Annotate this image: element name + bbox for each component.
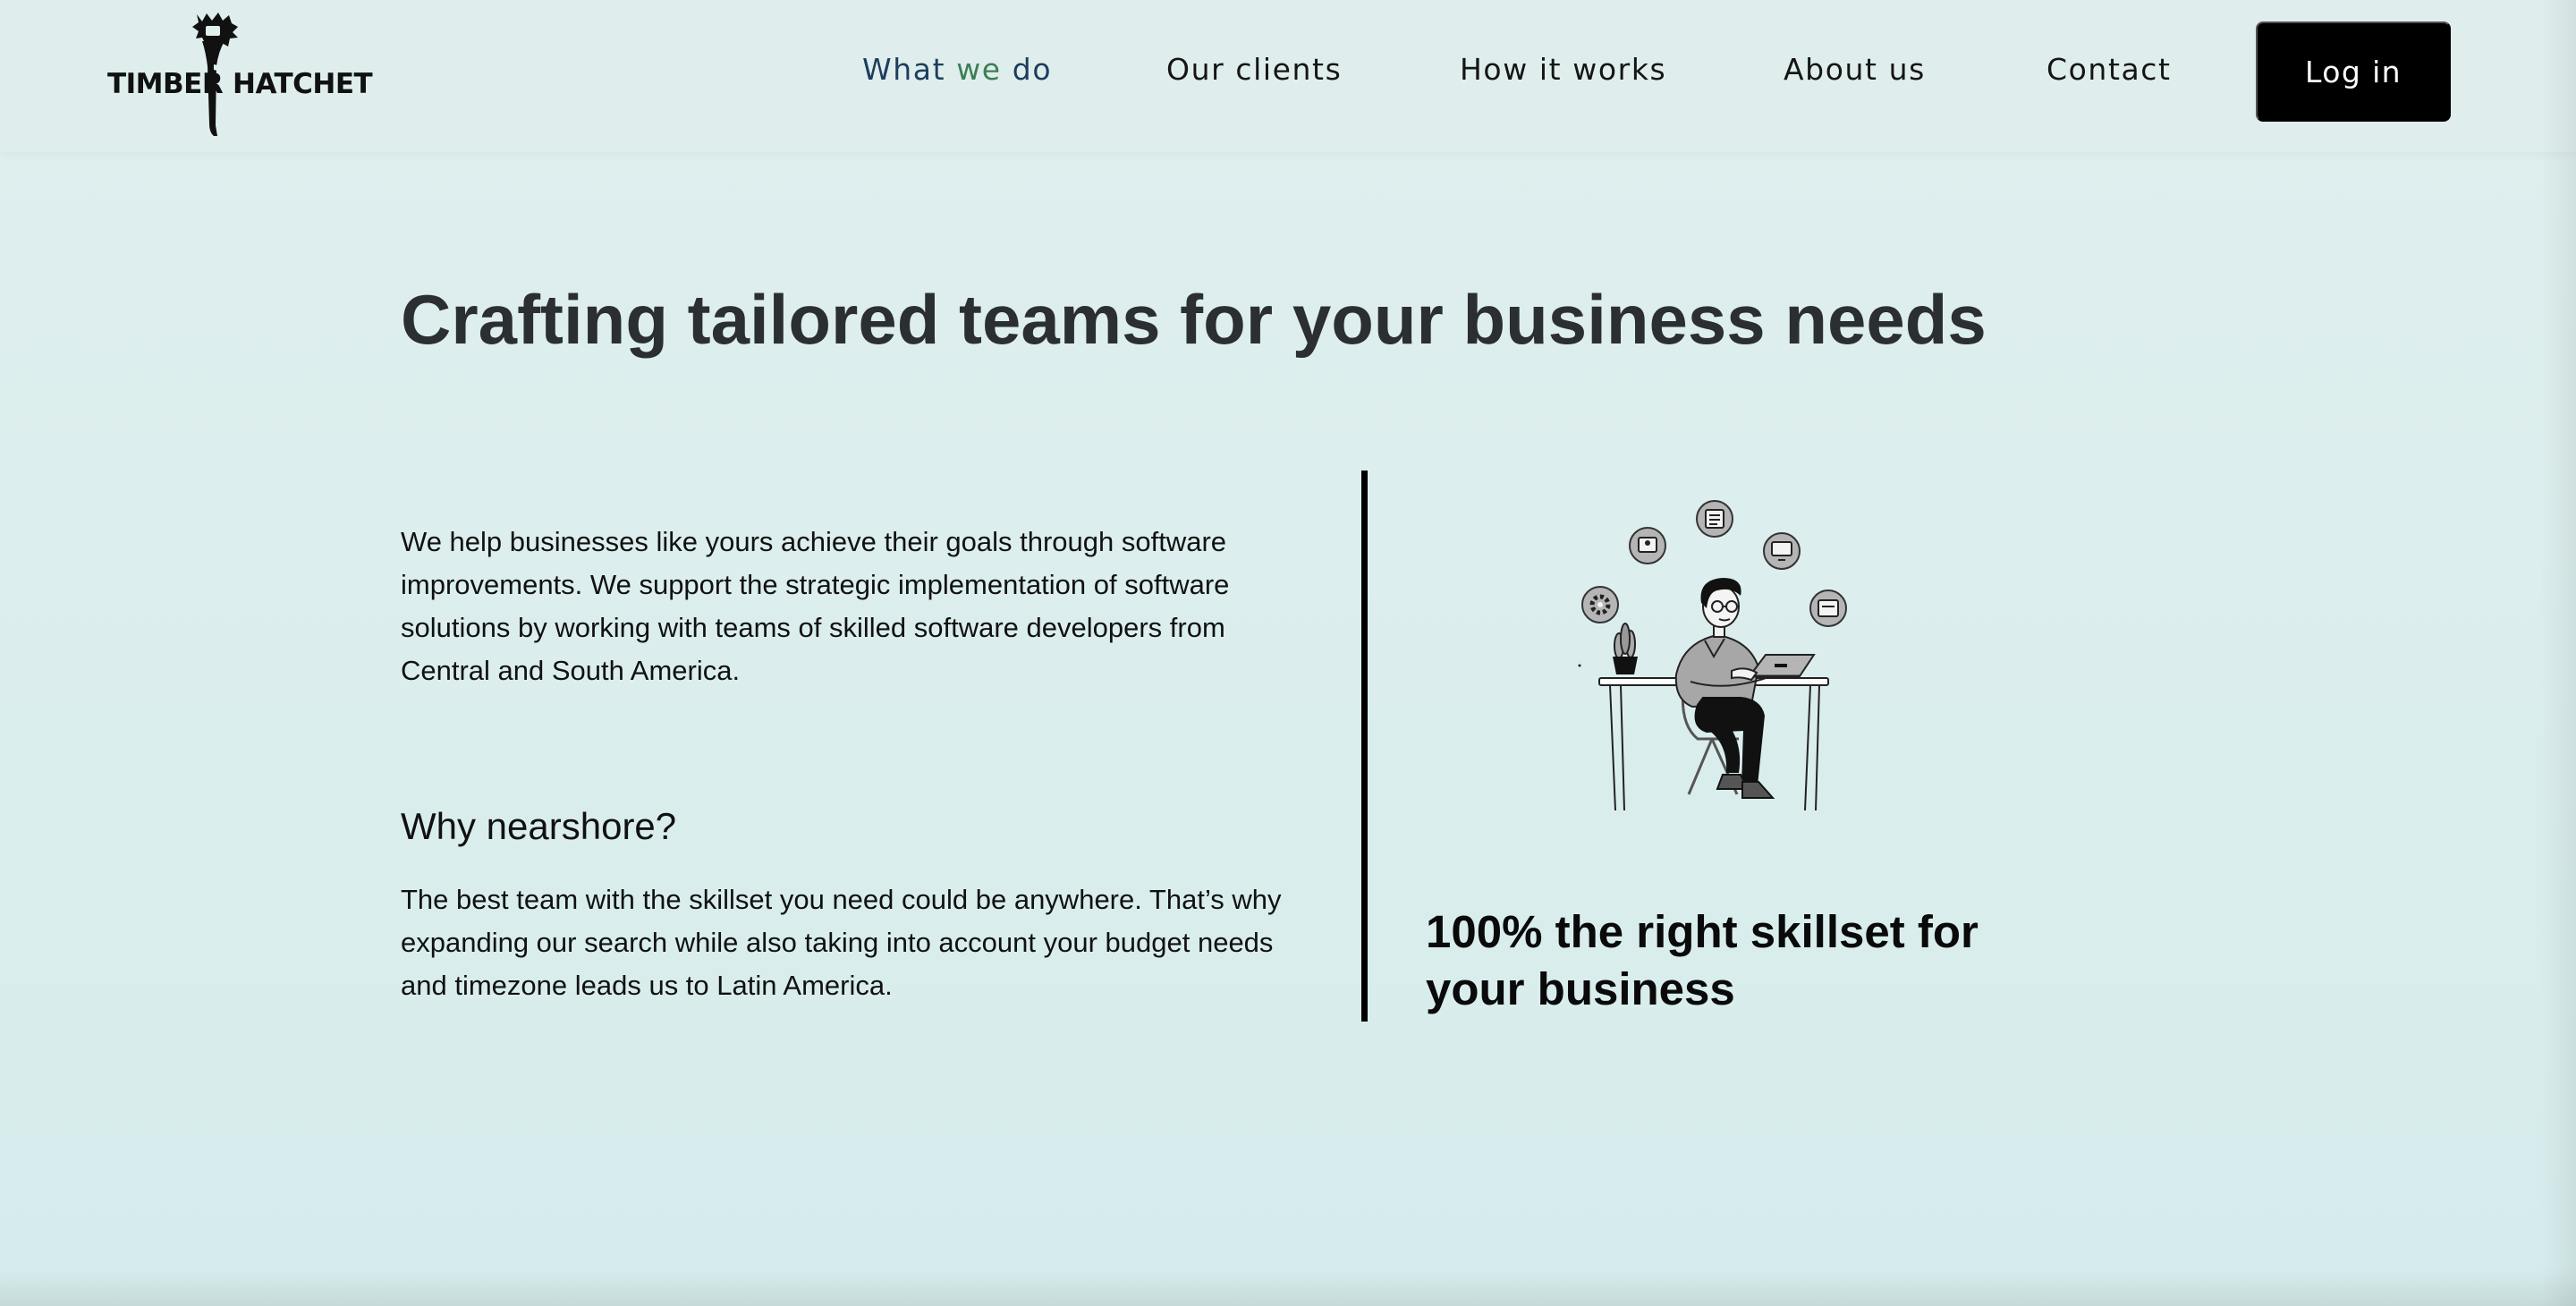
nav-link-contact[interactable]: Contact — [2046, 52, 2172, 87]
page-title: Crafting tailored teams for your busines… — [401, 280, 1987, 359]
nav-link-how-it-works[interactable]: How it works — [1460, 52, 1666, 87]
page-bottom-shadow — [0, 1268, 2576, 1306]
logo-text-right: HATCHET — [233, 68, 373, 100]
nav-link-what-we-do-start: What — [862, 52, 957, 87]
login-button[interactable]: Log in — [2256, 21, 2451, 122]
why-nearshore-heading: Why nearshore? — [401, 805, 677, 847]
developer-at-desk-illustration — [1578, 500, 1847, 811]
intro-paragraph: We help businesses like yours achieve th… — [401, 526, 1230, 686]
user-card-bubble-icon — [1629, 527, 1666, 564]
vertical-divider — [1361, 471, 1368, 1022]
site-header: TIMBER HATCHET What we do Our clients Ho… — [0, 0, 2576, 152]
monitor-bubble-icon — [1763, 532, 1801, 570]
nav-link-what-we-do-end: do — [1001, 52, 1053, 87]
why-nearshore-paragraph: The best team with the skillset you need… — [401, 884, 1282, 1001]
site-logo[interactable]: TIMBER HATCHET — [106, 11, 373, 138]
document-bubble-icon — [1696, 500, 1733, 538]
nav-link-our-clients[interactable]: Our clients — [1166, 52, 1342, 87]
page-edge-shadow — [2540, 0, 2576, 1306]
nav-link-about-us[interactable]: About us — [1784, 52, 1926, 87]
gear-bubble-icon — [1581, 586, 1619, 623]
code-bubble-icon — [1809, 589, 1847, 627]
nav-link-what-we-do[interactable]: What we do — [862, 52, 1052, 87]
nav-link-what-we-do-accent: we — [956, 52, 1002, 87]
skillset-heading: 100% the right skillset for your busines… — [1426, 906, 1979, 1014]
